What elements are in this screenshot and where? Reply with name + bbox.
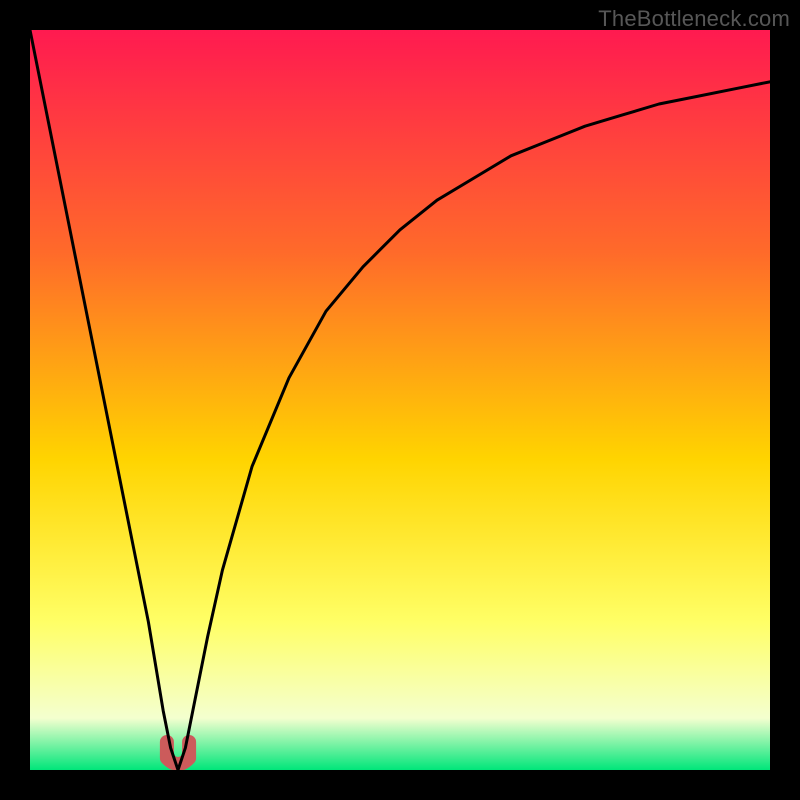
attribution-text: TheBottleneck.com	[598, 6, 790, 32]
plot-frame	[30, 30, 770, 770]
gradient-background	[30, 30, 770, 770]
bottleneck-chart	[30, 30, 770, 770]
